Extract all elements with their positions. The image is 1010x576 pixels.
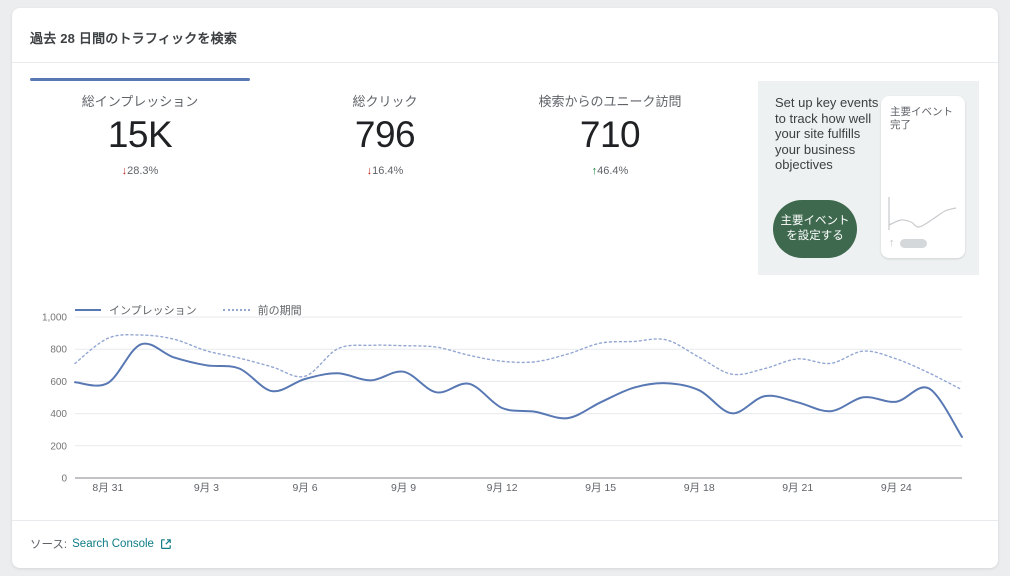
svg-text:0: 0 (61, 474, 67, 485)
set-up-key-events-button[interactable]: 主要イベントを設定する (773, 200, 857, 258)
delta-percent: 28.3% (127, 165, 158, 177)
tab-total-impressions[interactable]: 総インプレッション 15K ↓28.3% (30, 94, 250, 177)
footer-divider (12, 520, 998, 521)
svg-text:9月 6: 9月 6 (292, 482, 317, 494)
svg-text:400: 400 (50, 409, 67, 420)
svg-text:1,000: 1,000 (42, 313, 67, 324)
svg-text:9月 21: 9月 21 (782, 482, 813, 494)
selected-metric-tab-indicator (30, 78, 250, 81)
promo-text: Set up key events to track how well your… (775, 95, 881, 173)
metric-label: 総インプレッション (30, 94, 250, 109)
svg-text:9月 18: 9月 18 (684, 482, 715, 494)
page-background: 過去 28 日間のトラフィックを検索 総インプレッション 15K ↓28.3% … (0, 0, 1010, 576)
source-label: ソース: (30, 536, 67, 552)
header-divider (12, 62, 998, 63)
delta-percent: 46.4% (597, 165, 628, 177)
metric-label: 総クリック (275, 94, 495, 109)
up-arrow-icon: ↑ (889, 238, 895, 249)
metric-value: 710 (500, 115, 720, 155)
search-traffic-card: 過去 28 日間のトラフィックを検索 総インプレッション 15K ↓28.3% … (12, 8, 998, 568)
svg-text:9月 12: 9月 12 (487, 482, 518, 494)
svg-text:9月 3: 9月 3 (194, 482, 219, 494)
metric-value: 15K (30, 115, 250, 155)
metric-delta: ↓28.3% (30, 165, 250, 177)
svg-text:9月 9: 9月 9 (391, 482, 416, 494)
metric-delta: ↑46.4% (500, 165, 720, 177)
metric-value: 796 (275, 115, 495, 155)
key-events-promo-panel: Set up key events to track how well your… (758, 81, 979, 275)
search-console-link[interactable]: Search Console (72, 538, 154, 550)
external-link-icon[interactable] (160, 538, 172, 550)
key-events-sparkline (885, 194, 961, 238)
svg-text:9月 15: 9月 15 (585, 482, 616, 494)
mini-card-title: 主要イベント完了 (881, 96, 965, 132)
svg-text:9月 24: 9月 24 (881, 482, 912, 494)
redacted-value-pill (900, 239, 927, 248)
svg-text:8月 31: 8月 31 (92, 482, 123, 494)
source-footer: ソース: Search Console (30, 536, 172, 552)
svg-text:600: 600 (50, 377, 67, 388)
svg-text:800: 800 (50, 345, 67, 356)
tab-unique-visits-from-search[interactable]: 検索からのユニーク訪問 710 ↑46.4% (500, 94, 720, 177)
traffic-line-chart: 0 200 400 600 800 1,000 8月 31 9月 3 9月 6 9月 9 9月 12… (12, 310, 998, 510)
svg-text:200: 200 (50, 441, 67, 452)
metric-delta: ↓16.4% (275, 165, 495, 177)
page-title: 過去 28 日間のトラフィックを検索 (30, 28, 237, 47)
key-events-preview-card: 主要イベント完了 ↑ (881, 96, 965, 258)
metric-label: 検索からのユニーク訪問 (500, 94, 720, 109)
tab-total-clicks[interactable]: 総クリック 796 ↓16.4% (275, 94, 495, 177)
mini-card-footer: ↑ (889, 238, 927, 249)
delta-percent: 16.4% (372, 165, 403, 177)
